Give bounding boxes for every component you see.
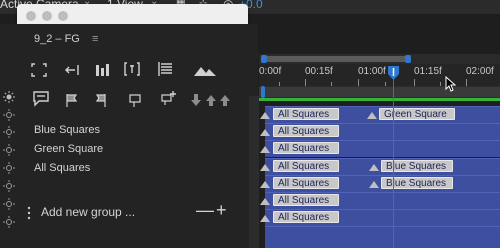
ruler-tick-label: 00:15f: [305, 66, 333, 77]
time-ruler[interactable]: 0:00f 00:15f 01:00f 01:15f 02:00f: [259, 64, 500, 86]
panel-title: 9_2 – FG: [34, 33, 80, 45]
flag-right-icon[interactable]: [93, 92, 111, 108]
sun-icon[interactable]: [0, 123, 18, 141]
work-start-handle[interactable]: [261, 55, 267, 63]
clip-keyframe-icon[interactable]: [260, 129, 270, 136]
clip-keyframe-icon[interactable]: [369, 181, 379, 188]
clip-label[interactable]: All Squares: [273, 108, 339, 120]
sun-icon[interactable]: [0, 88, 18, 106]
list-lines-icon[interactable]: [156, 61, 174, 77]
flag-add-icon[interactable]: [158, 90, 178, 106]
timeline-lane[interactable]: All Squares Green Square: [260, 106, 500, 123]
add-button[interactable]: +: [216, 200, 227, 221]
ruler-tick-label: 01:00f: [358, 66, 386, 77]
clip-label[interactable]: Blue Squares: [381, 160, 453, 172]
sun-icon[interactable]: [0, 141, 18, 159]
sun-icon[interactable]: [0, 177, 18, 195]
work-end-handle[interactable]: [405, 55, 411, 63]
mountains-icon[interactable]: [193, 63, 217, 79]
clip-keyframe-icon[interactable]: [367, 112, 377, 119]
clip-keyframe-icon[interactable]: [260, 146, 270, 153]
clip-keyframe-icon[interactable]: [369, 164, 379, 171]
flag-left-icon[interactable]: [63, 92, 81, 108]
ruler-tick: [358, 79, 359, 86]
timeline-lane[interactable]: [265, 226, 500, 248]
ruler-tick-label: 02:00f: [466, 66, 494, 77]
navigator-start-handle[interactable]: [261, 86, 265, 98]
clip-label[interactable]: Blue Squares: [381, 177, 453, 189]
sun-icon[interactable]: [0, 195, 18, 213]
playhead-handle[interactable]: [388, 66, 399, 80]
navigator-thumb[interactable]: [259, 87, 500, 97]
sort-arrows-icon[interactable]: [190, 92, 232, 108]
new-group-speech-icon[interactable]: [31, 90, 51, 108]
ruler-tick: [466, 79, 467, 86]
remove-group-button[interactable]: —: [196, 200, 214, 221]
clip-keyframe-icon[interactable]: [260, 181, 270, 188]
add-group-button[interactable]: Add new group ...: [41, 205, 135, 219]
clip-keyframe-icon[interactable]: [260, 112, 270, 119]
clip-label[interactable]: All Squares: [273, 160, 339, 172]
window-titlebar[interactable]: [17, 4, 248, 24]
clip-label[interactable]: All Squares: [273, 142, 339, 154]
group-item[interactable]: Blue Squares: [34, 124, 100, 136]
ruler-tick-label: 01:15f: [414, 66, 442, 77]
timeline-lane[interactable]: All Squares: [260, 209, 500, 226]
timeline-navigator[interactable]: [259, 86, 500, 98]
flag-split-icon[interactable]: [127, 92, 145, 108]
group-item[interactable]: Green Square: [34, 143, 103, 155]
zoom-window-button[interactable]: [58, 11, 68, 21]
playhead-line[interactable]: [393, 74, 394, 248]
move-left-icon[interactable]: [63, 62, 81, 78]
minimize-window-button[interactable]: [42, 11, 52, 21]
clip-label[interactable]: All Squares: [273, 125, 339, 137]
timeline-lane[interactable]: All Squares: [260, 192, 500, 209]
align-bottom-icon[interactable]: [93, 62, 111, 78]
clip-label[interactable]: All Squares: [273, 211, 339, 223]
drag-handle-icon[interactable]: [27, 206, 31, 220]
timeline-lane[interactable]: All Squares: [260, 123, 500, 140]
sun-icon[interactable]: [0, 213, 18, 231]
ruler-tick: [305, 79, 306, 86]
select-region-icon[interactable]: [30, 62, 48, 78]
sun-icon[interactable]: [0, 106, 18, 124]
clip-keyframe-icon[interactable]: [260, 215, 270, 222]
work-area-bar[interactable]: [259, 54, 500, 64]
timeline[interactable]: 0:00f 00:15f 01:00f 01:15f 02:00f All Sq…: [259, 54, 500, 248]
clip-keyframe-icon[interactable]: [260, 164, 270, 171]
timeline-lane[interactable]: All Squares Blue Squares: [260, 175, 500, 192]
close-window-button[interactable]: [26, 11, 36, 21]
clip-label[interactable]: All Squares: [273, 194, 339, 206]
work-area-range[interactable]: [263, 56, 411, 62]
panel-divider[interactable]: [249, 96, 259, 248]
panel-menu-icon[interactable]: ≡: [92, 33, 98, 45]
clip-keyframe-icon[interactable]: [260, 198, 270, 205]
mouse-pointer-icon: [445, 75, 457, 92]
timeline-lane[interactable]: All Squares: [260, 140, 500, 157]
ruler-tick-label: 0:00f: [259, 66, 282, 77]
group-color-bar: [259, 98, 500, 101]
clip-label[interactable]: All Squares: [273, 177, 339, 189]
clip-label[interactable]: Green Square: [379, 108, 455, 120]
ruler-tick: [414, 79, 415, 86]
pin-bracket-icon[interactable]: [123, 61, 141, 77]
sun-icon[interactable]: [0, 159, 18, 177]
group-item[interactable]: All Squares: [34, 162, 90, 174]
timeline-lanes: All Squares Green Square All Squares All…: [259, 102, 500, 248]
timeline-lane[interactable]: All Squares Blue Squares: [260, 158, 500, 175]
